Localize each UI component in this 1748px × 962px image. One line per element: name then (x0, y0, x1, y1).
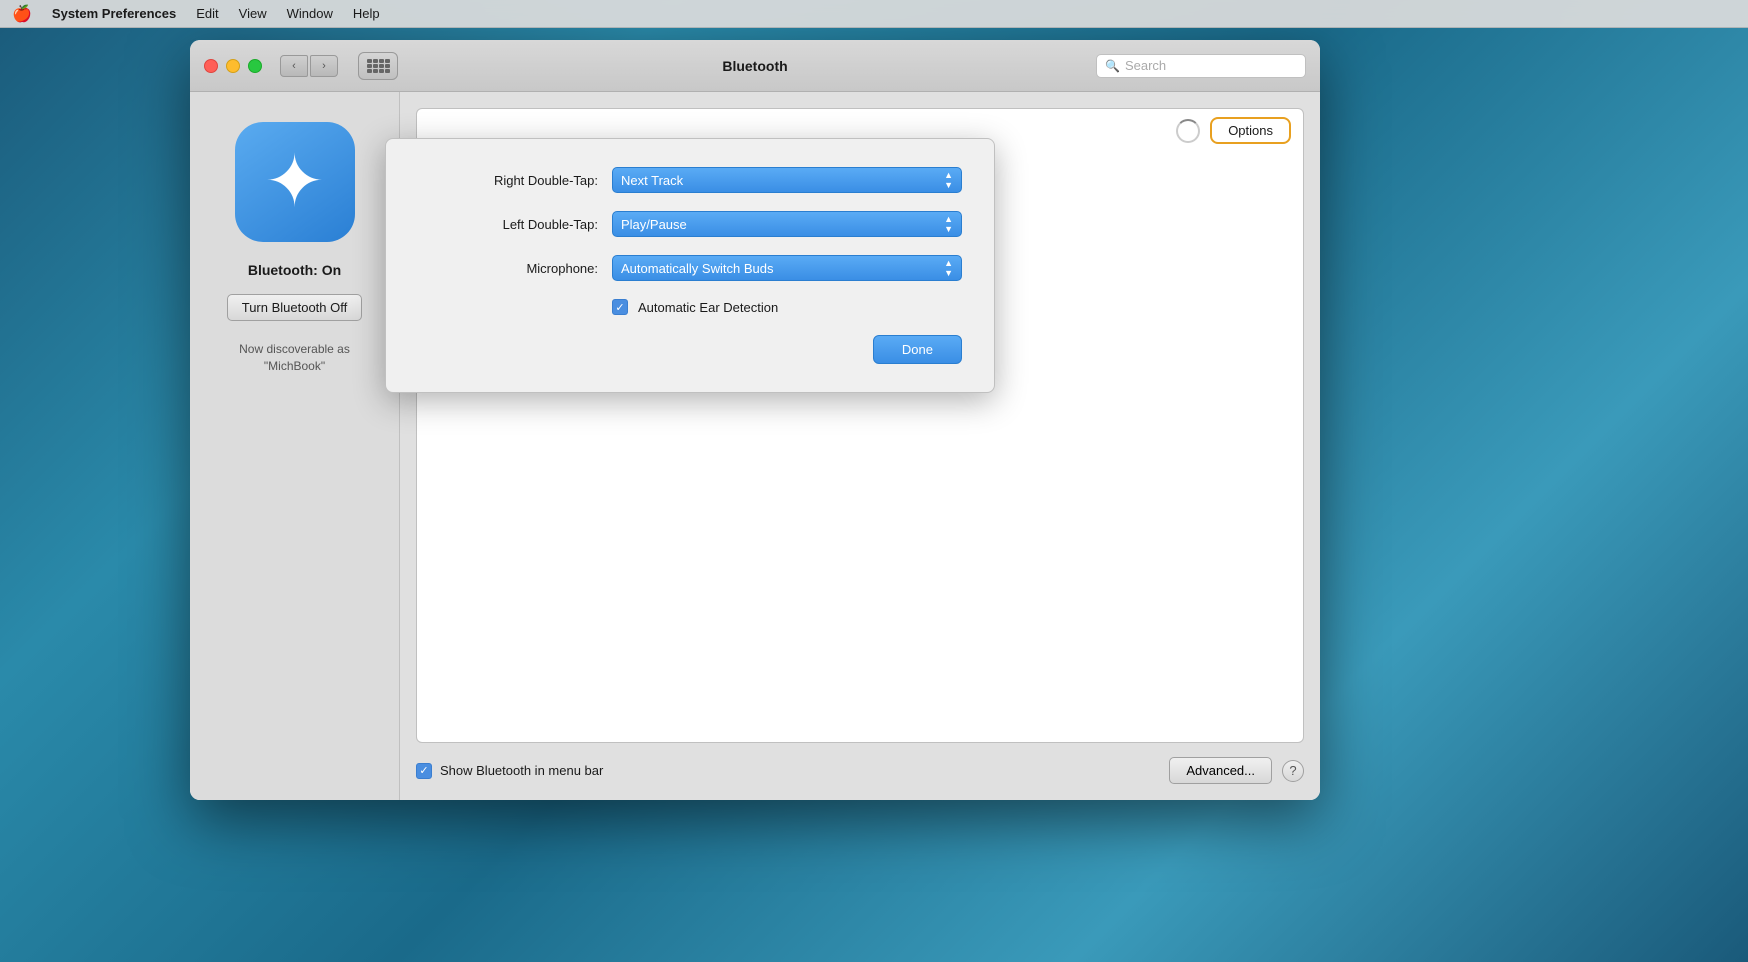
right-double-tap-select[interactable]: Next Track ▲ ▼ (612, 167, 962, 193)
back-button[interactable]: ‹ (280, 55, 308, 77)
search-box[interactable]: 🔍 Search (1096, 54, 1306, 78)
left-double-tap-select[interactable]: Play/Pause ▲ ▼ (612, 211, 962, 237)
bluetooth-icon: ✦ (264, 146, 324, 218)
stepper-arrows-icon: ▲ ▼ (944, 259, 953, 278)
done-row: Done (418, 335, 962, 364)
left-double-tap-label: Left Double-Tap: (418, 217, 598, 232)
traffic-lights (204, 59, 262, 73)
right-double-tap-label: Right Double-Tap: (418, 173, 598, 188)
left-double-tap-row: Left Double-Tap: Play/Pause ▲ ▼ (418, 211, 962, 237)
discoverable-text: Now discoverable as "MichBook" (239, 341, 350, 375)
help-button[interactable]: ? (1282, 760, 1304, 782)
microphone-value: Automatically Switch Buds (621, 261, 773, 276)
titlebar: ‹ › Bluetooth 🔍 Search (190, 40, 1320, 92)
bluetooth-icon-container: ✦ (235, 122, 355, 242)
grid-icon (367, 59, 390, 73)
menubar-window[interactable]: Window (287, 6, 333, 21)
advanced-button[interactable]: Advanced... (1169, 757, 1272, 784)
window-title: Bluetooth (722, 58, 787, 74)
auto-ear-detection-row: ✓ Automatic Ear Detection (612, 299, 962, 315)
right-double-tap-row: Right Double-Tap: Next Track ▲ ▼ (418, 167, 962, 193)
show-bluetooth-menubar-checkbox[interactable]: ✓ (416, 763, 432, 779)
grid-view-button[interactable] (358, 52, 398, 80)
loading-spinner (1176, 119, 1200, 143)
system-preferences-window: ‹ › Bluetooth 🔍 Search ✦ Bluetooth: On T… (190, 40, 1320, 800)
bottom-bar: ✓ Show Bluetooth in menu bar Advanced...… (416, 757, 1304, 784)
auto-ear-detection-label: Automatic Ear Detection (638, 300, 778, 315)
turn-bluetooth-off-button[interactable]: Turn Bluetooth Off (227, 294, 363, 321)
menubar-app-name[interactable]: System Preferences (52, 6, 176, 21)
bottom-right-buttons: Advanced... ? (1169, 757, 1304, 784)
minimize-button[interactable] (226, 59, 240, 73)
nav-buttons: ‹ › (280, 55, 338, 77)
menubar-view[interactable]: View (239, 6, 267, 21)
auto-ear-detection-checkbox[interactable]: ✓ (612, 299, 628, 315)
stepper-arrows-icon: ▲ ▼ (944, 215, 953, 234)
done-button[interactable]: Done (873, 335, 962, 364)
forward-button[interactable]: › (310, 55, 338, 77)
menubar: 🍎 System Preferences Edit View Window He… (0, 0, 1748, 28)
options-popover: Right Double-Tap: Next Track ▲ ▼ Left Do… (385, 138, 995, 393)
left-double-tap-value: Play/Pause (621, 217, 687, 232)
microphone-label: Microphone: (418, 261, 598, 276)
menubar-help[interactable]: Help (353, 6, 380, 21)
microphone-select[interactable]: Automatically Switch Buds ▲ ▼ (612, 255, 962, 281)
search-input[interactable]: Search (1125, 58, 1166, 73)
left-panel: ✦ Bluetooth: On Turn Bluetooth Off Now d… (190, 92, 400, 800)
show-bluetooth-menubar-label: Show Bluetooth in menu bar (440, 763, 603, 778)
close-button[interactable] (204, 59, 218, 73)
bluetooth-status-label: Bluetooth: On (248, 262, 341, 278)
search-icon: 🔍 (1105, 59, 1120, 73)
maximize-button[interactable] (248, 59, 262, 73)
microphone-row: Microphone: Automatically Switch Buds ▲ … (418, 255, 962, 281)
stepper-arrows-icon: ▲ ▼ (944, 171, 953, 190)
menubar-edit[interactable]: Edit (196, 6, 218, 21)
options-button[interactable]: Options (1210, 117, 1291, 144)
right-double-tap-value: Next Track (621, 173, 683, 188)
show-menubar-area: ✓ Show Bluetooth in menu bar (416, 763, 603, 779)
apple-menu[interactable]: 🍎 (12, 4, 32, 24)
